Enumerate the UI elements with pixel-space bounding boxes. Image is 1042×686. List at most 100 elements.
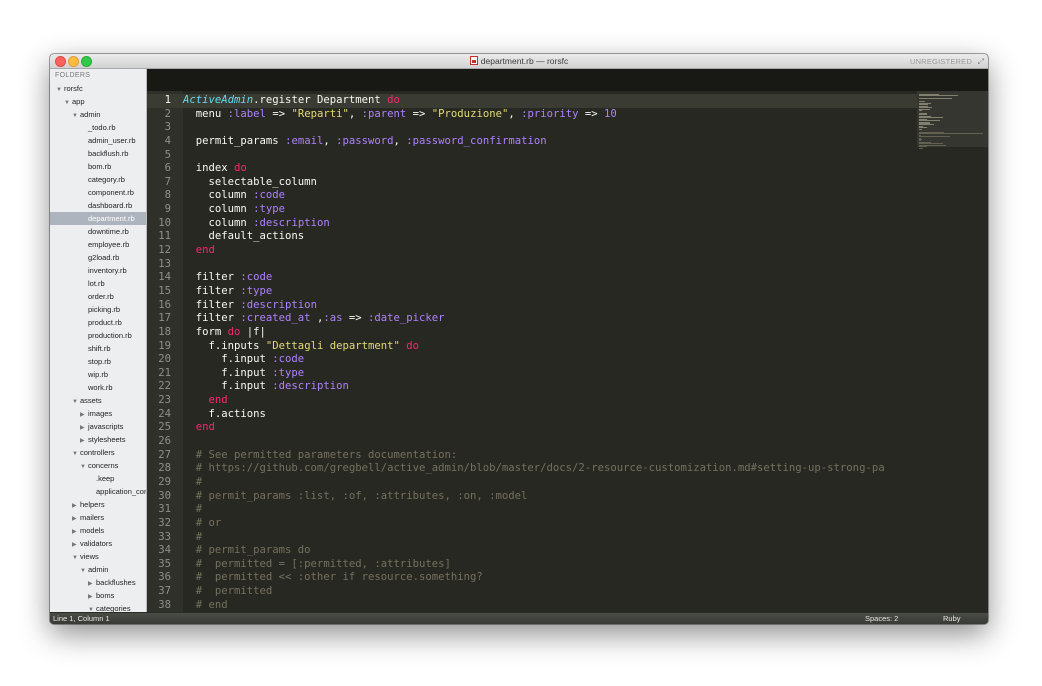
disclosure-closed-icon[interactable]: ▶ <box>72 526 80 537</box>
disclosure-open-icon[interactable]: ▼ <box>56 84 64 95</box>
disclosure-closed-icon[interactable]: ▶ <box>80 435 88 446</box>
sidebar-file-item[interactable]: .keep <box>50 472 146 485</box>
sidebar-folder-item[interactable]: ▼ rorsfc <box>50 82 146 95</box>
code-line[interactable]: 36 # permitted << :other if resource.som… <box>147 571 917 585</box>
code-line[interactable]: 13 <box>147 258 917 272</box>
code-line[interactable]: 24 f.actions <box>147 408 917 422</box>
code-line[interactable]: 37 # permitted <box>147 585 917 599</box>
code-line[interactable]: 16 filter :description <box>147 299 917 313</box>
sidebar-file-item[interactable]: _todo.rb <box>50 121 146 134</box>
code-line[interactable]: 28 # https://github.com/gregbell/active_… <box>147 462 917 476</box>
code-line[interactable]: 33 # <box>147 531 917 545</box>
code-line[interactable]: 27 # See permitted parameters documentat… <box>147 449 917 463</box>
sidebar-folder-item[interactable]: ▼ assets <box>50 394 146 407</box>
sidebar-file-item[interactable]: stop.rb <box>50 355 146 368</box>
disclosure-closed-icon[interactable]: ▶ <box>88 578 96 589</box>
code-line[interactable]: 6 index do <box>147 162 917 176</box>
sidebar-file-item[interactable]: category.rb <box>50 173 146 186</box>
code-line[interactable]: 32 # or <box>147 517 917 531</box>
disclosure-closed-icon[interactable]: ▶ <box>72 513 80 524</box>
sidebar-file-item[interactable]: lot.rb <box>50 277 146 290</box>
indentation-selector[interactable]: Spaces: 2 <box>865 613 898 624</box>
sidebar-folder-item[interactable]: ▼ admin <box>50 563 146 576</box>
fullscreen-icon[interactable]: ⤢ <box>978 57 984 66</box>
sidebar-file-item[interactable]: production.rb <box>50 329 146 342</box>
disclosure-open-icon[interactable]: ▼ <box>72 110 80 121</box>
code-line[interactable]: 3 <box>147 121 917 135</box>
code-line[interactable]: 14 filter :code <box>147 271 917 285</box>
sidebar-file-item[interactable]: work.rb <box>50 381 146 394</box>
sidebar-file-item[interactable]: department.rb <box>50 212 146 225</box>
sidebar-folder-item[interactable]: ▶ javascripts <box>50 420 146 433</box>
sidebar-folder-item[interactable]: ▼ admin <box>50 108 146 121</box>
sidebar-folder-item[interactable]: ▼ categories <box>50 602 146 612</box>
code-line[interactable]: 26 <box>147 435 917 449</box>
disclosure-open-icon[interactable]: ▼ <box>64 97 72 108</box>
sidebar-folder-item[interactable]: ▶ helpers <box>50 498 146 511</box>
disclosure-closed-icon[interactable]: ▶ <box>72 539 80 550</box>
code-line[interactable]: 4 permit_params :email, :password, :pass… <box>147 135 917 149</box>
code-line[interactable]: 34 # permit_params do <box>147 544 917 558</box>
code-line[interactable]: 10 column :description <box>147 217 917 231</box>
code-line[interactable]: 25 end <box>147 421 917 435</box>
sidebar-file-item[interactable]: product.rb <box>50 316 146 329</box>
disclosure-open-icon[interactable]: ▼ <box>72 396 80 407</box>
sidebar-folder-item[interactable]: ▶ mailers <box>50 511 146 524</box>
sidebar-folder-item[interactable]: ▼ concerns <box>50 459 146 472</box>
code-line[interactable]: 30 # permit_params :list, :of, :attribut… <box>147 490 917 504</box>
sidebar-file-item[interactable]: bom.rb <box>50 160 146 173</box>
syntax-selector[interactable]: Ruby <box>943 613 961 624</box>
sidebar-file-item[interactable]: shift.rb <box>50 342 146 355</box>
sidebar-file-item[interactable]: dashboard.rb <box>50 199 146 212</box>
disclosure-open-icon[interactable]: ▼ <box>72 552 80 563</box>
code-line[interactable]: 1 ActiveAdmin.register Department do <box>147 94 917 108</box>
code-line[interactable]: 29 # <box>147 476 917 490</box>
disclosure-closed-icon[interactable]: ▶ <box>72 500 80 511</box>
code-line[interactable]: 12 end <box>147 244 917 258</box>
sidebar-folder-item[interactable]: ▼ views <box>50 550 146 563</box>
sidebar-file-item[interactable]: wip.rb <box>50 368 146 381</box>
sidebar-folder-item[interactable]: ▶ stylesheets <box>50 433 146 446</box>
disclosure-open-icon[interactable]: ▼ <box>80 565 88 576</box>
sidebar-folder-item[interactable]: ▶ validators <box>50 537 146 550</box>
code-line[interactable]: 2 menu :label => "Reparti", :parent => "… <box>147 108 917 122</box>
code-editor[interactable]: 1 ActiveAdmin.register Department do 2 men… <box>147 91 917 612</box>
sidebar-file-item[interactable]: order.rb <box>50 290 146 303</box>
code-line[interactable]: 7 selectable_column <box>147 176 917 190</box>
minimap[interactable] <box>917 91 988 612</box>
code-line[interactable]: 9 column :type <box>147 203 917 217</box>
sidebar-file-item[interactable]: inventory.rb <box>50 264 146 277</box>
code-lines[interactable]: 1 ActiveAdmin.register Department do 2 men… <box>147 94 917 612</box>
sidebar-file-item[interactable]: g2load.rb <box>50 251 146 264</box>
disclosure-open-icon[interactable]: ▼ <box>88 604 96 612</box>
code-line[interactable]: 21 f.input :type <box>147 367 917 381</box>
sidebar-folder-item[interactable]: ▶ boms <box>50 589 146 602</box>
code-line[interactable]: 5 <box>147 149 917 163</box>
code-line[interactable]: 18 form do |f| <box>147 326 917 340</box>
sidebar-file-item[interactable]: downtime.rb <box>50 225 146 238</box>
disclosure-closed-icon[interactable]: ▶ <box>80 422 88 433</box>
sidebar-folder-item[interactable]: ▼ controllers <box>50 446 146 459</box>
code-line[interactable]: 31 # <box>147 503 917 517</box>
disclosure-open-icon[interactable]: ▼ <box>80 461 88 472</box>
code-line[interactable]: 20 f.input :code <box>147 353 917 367</box>
sidebar-file-item[interactable]: admin_user.rb <box>50 134 146 147</box>
sidebar-file-item[interactable]: backflush.rb <box>50 147 146 160</box>
code-line[interactable]: 23 end <box>147 394 917 408</box>
disclosure-closed-icon[interactable]: ▶ <box>80 409 88 420</box>
code-line[interactable]: 38 # end <box>147 599 917 612</box>
sidebar-file-item[interactable]: employee.rb <box>50 238 146 251</box>
sidebar-folder-item[interactable]: ▶ models <box>50 524 146 537</box>
disclosure-closed-icon[interactable]: ▶ <box>88 591 96 602</box>
code-line[interactable]: 15 filter :type <box>147 285 917 299</box>
code-line[interactable]: 19 f.inputs "Dettagli department" do <box>147 340 917 354</box>
code-line[interactable]: 22 f.input :description <box>147 380 917 394</box>
code-line[interactable]: 11 default_actions <box>147 230 917 244</box>
sidebar-folder-item[interactable]: ▶ backflushes <box>50 576 146 589</box>
code-line[interactable]: 35 # permitted = [:permitted, :attribute… <box>147 558 917 572</box>
sidebar-file-item[interactable]: component.rb <box>50 186 146 199</box>
code-line[interactable]: 8 column :code <box>147 189 917 203</box>
code-line[interactable]: 17 filter :created_at ,:as => :date_pick… <box>147 312 917 326</box>
title-bar[interactable]: department.rb — rorsfc UNREGISTERED ⤢ <box>50 54 988 69</box>
disclosure-open-icon[interactable]: ▼ <box>72 448 80 459</box>
